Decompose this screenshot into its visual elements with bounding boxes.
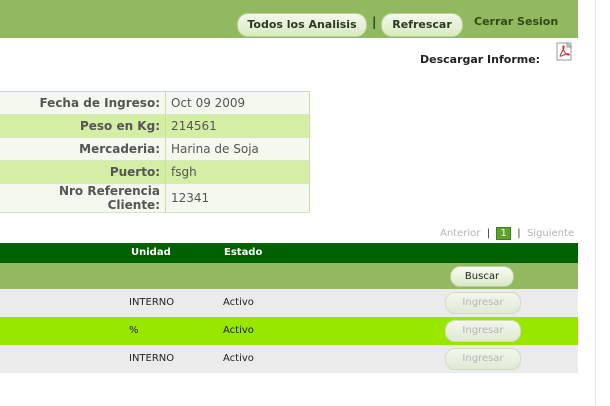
right-scroll-edge (595, 0, 596, 406)
cell-estado: Activo (223, 325, 254, 336)
info-value: 214561 (165, 114, 310, 138)
info-value: 12341 (165, 183, 310, 213)
right-margin (578, 0, 610, 406)
pager-current-page[interactable]: 1 (496, 227, 511, 240)
shipment-info-table: Fecha de Ingreso: Oct 09 2009 Peso en Kg… (0, 91, 310, 213)
all-analysis-button[interactable]: Todos los Analisis (237, 13, 367, 37)
grid-filter-row: Buscar (0, 263, 578, 289)
cell-unidad: INTERNO (129, 297, 175, 308)
search-button[interactable]: Buscar (450, 266, 514, 287)
ingresar-button[interactable]: Ingresar (445, 292, 521, 314)
pager-separator: | (486, 228, 491, 239)
pager-prev-link[interactable]: Anterior (440, 228, 480, 239)
refresh-button[interactable]: Refrescar (381, 13, 463, 37)
info-value: fsgh (165, 160, 310, 184)
ingresar-button[interactable]: Ingresar (445, 348, 521, 370)
ingresar-button[interactable]: Ingresar (445, 320, 521, 342)
info-label: Peso en Kg: (0, 114, 166, 138)
table-row: % Activo Ingresar (0, 317, 578, 345)
info-label: Puerto: (0, 160, 166, 184)
cell-unidad: INTERNO (129, 353, 175, 364)
info-label: Fecha de Ingreso: (0, 91, 166, 115)
cell-estado: Activo (223, 297, 254, 308)
column-header-estado[interactable]: Estado (224, 243, 262, 263)
pdf-icon[interactable] (556, 42, 574, 62)
info-row: Puerto: fsgh (0, 160, 310, 184)
column-header-unidad[interactable]: Unidad (131, 243, 171, 263)
info-row: Mercaderia: Harina de Soja (0, 137, 310, 161)
logout-link[interactable]: Cerrar Sesion (474, 15, 558, 28)
pagination: Anterior | 1 | Siguiente (440, 227, 574, 240)
info-row: Nro Referencia Cliente: 12341 (0, 183, 310, 213)
info-label: Nro Referencia Cliente: (0, 183, 166, 213)
info-row: Peso en Kg: 214561 (0, 114, 310, 138)
info-row: Fecha de Ingreso: Oct 09 2009 (0, 91, 310, 115)
pager-next-link[interactable]: Siguiente (527, 228, 574, 239)
cell-unidad: % (129, 325, 139, 336)
table-row: INTERNO Activo Ingresar (0, 345, 578, 373)
cell-estado: Activo (223, 353, 254, 364)
pager-separator: | (517, 228, 521, 239)
info-value: Harina de Soja (165, 137, 310, 161)
info-value: Oct 09 2009 (165, 91, 310, 115)
top-bar: Todos los Analisis | Refrescar Cerrar Se… (0, 0, 578, 38)
table-row: INTERNO Activo Ingresar (0, 289, 578, 317)
download-report-label: Descargar Informe: (420, 53, 541, 66)
info-label: Mercaderia: (0, 137, 166, 161)
topbar-separator: | (372, 15, 377, 29)
grid-header: Unidad Estado (0, 243, 578, 263)
analysis-grid: Unidad Estado Buscar INTERNO Activo Ingr… (0, 243, 578, 373)
